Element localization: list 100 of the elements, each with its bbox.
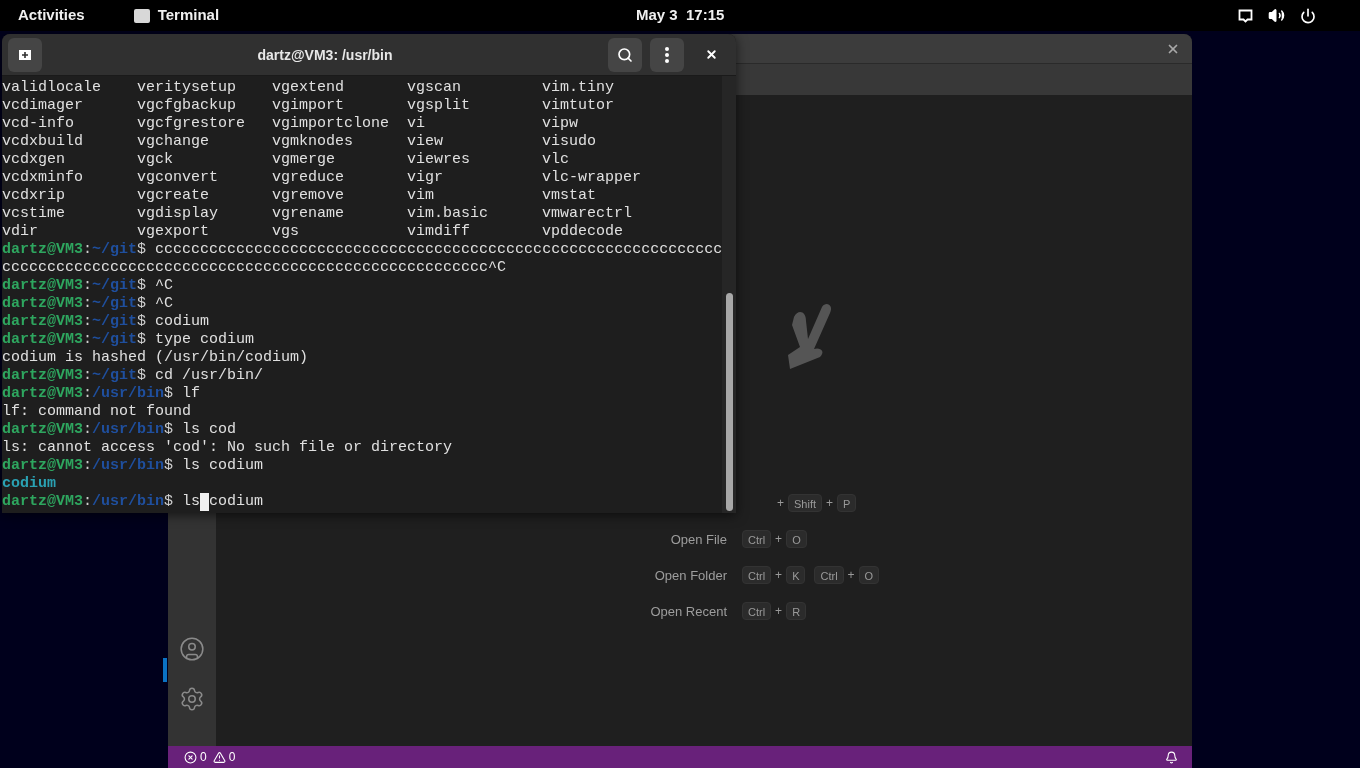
file-name: vdir [2,223,38,240]
prompt-path: ~/git [92,313,138,331]
prompt-separator: : [83,367,93,385]
menu-icon [665,46,669,63]
output-text: ls: cannot access 'cod': No such file or directory [2,439,453,456]
file-name: vgmknodes [272,133,353,150]
file-name: validlocale [2,79,102,96]
file-name: vgremove [272,187,344,204]
file-name: vgsplit [407,97,470,114]
window-title: dartz@VM3: /usr/bin [257,46,393,63]
active-indicator [163,658,167,682]
prompt-separator: : [83,385,93,403]
command-text: codium [155,313,210,331]
key-cap: R [786,602,807,620]
command-text: ^C [155,295,174,313]
command-text: type codium [155,331,255,349]
file-name: vgmerge [272,151,335,168]
command-text: ^C [155,277,174,295]
file-name: vgcreate [137,187,209,204]
file-name: vi [407,115,425,132]
file-name: vcdxgen [2,151,65,168]
file-name: vlc [542,151,569,168]
search-button[interactable] [608,37,642,72]
warning-count: 0 [228,749,236,766]
menu-button[interactable] [650,37,684,72]
prompt-sign: $ [137,295,147,313]
prompt-path: ~/git [92,331,138,349]
prompt-user: dartz@VM3 [2,493,83,511]
file-name: visudo [542,133,596,150]
account-icon[interactable] [179,636,205,662]
app-menu-button[interactable]: Terminal [133,4,220,27]
key-cap: Ctrl [742,566,772,584]
prompt-user: dartz@VM3 [2,313,83,331]
prompt-path: /usr/bin [92,493,165,511]
shortcut-label[interactable]: Open File [670,532,727,547]
notifications-icon[interactable] [1165,750,1178,764]
prompt-sign: $ [137,367,147,385]
error-count: 0 [200,749,207,766]
problems-button[interactable]: 0 0 [184,748,236,766]
file-name: vlc-wrapper [542,169,642,186]
scrollbar-thumb[interactable] [725,293,733,511]
prompt-sign: $ [137,313,147,331]
file-name: vgextend [272,79,344,96]
file-name: vgdisplay [137,205,218,222]
prompt-user: dartz@VM3 [2,421,83,439]
activities-button[interactable]: Activities [18,4,85,27]
file-name: vimtutor [542,97,614,114]
key-cap: Shift [788,494,823,512]
file-name: vcdxbuild [2,133,83,150]
prompt-sign: $ [164,421,174,439]
plus-sign: + [775,603,783,620]
file-name: vgscan [407,79,461,96]
prompt-user: dartz@VM3 [2,277,83,295]
prompt-path: ~/git [92,277,138,295]
file-name: viewres [407,151,470,168]
prompt-user: dartz@VM3 [2,241,83,259]
screen-icon[interactable] [1238,8,1253,23]
file-name: vgreduce [272,169,344,186]
key-cap: O [786,530,807,548]
file-name: vim [407,187,434,204]
prompt-user: dartz@VM3 [2,385,83,403]
volume-icon[interactable] [1268,7,1285,24]
prompt-user: dartz@VM3 [2,331,83,349]
output-text: codium is hashed (/usr/bin/codium) [2,349,309,366]
power-icon[interactable] [1300,7,1316,24]
settings-icon[interactable] [179,686,205,712]
prompt-sign: $ [164,457,174,475]
shortcut-label[interactable]: Open Folder [654,568,727,583]
prompt-path: ~/git [92,295,138,313]
plus-sign: + [775,531,783,548]
key-cap: Ctrl [742,530,772,548]
plus-sign: + [775,567,783,584]
prompt-separator: : [83,241,93,259]
prompt-separator: : [83,313,93,331]
command-text: cd /usr/bin/ [155,367,264,385]
file-name: vgchange [137,133,209,150]
command-text: ls cod [182,421,237,439]
new-tab-button[interactable] [8,37,42,72]
file-name: vgexport [137,223,209,240]
shortcut-label[interactable]: Open Recent [650,604,727,619]
prompt-user: dartz@VM3 [2,457,83,475]
file-name: veritysetup [137,79,237,96]
prompt-path: /usr/bin [92,421,165,439]
command-text: lf [182,385,201,403]
command-text: ccccccccccccccccccccccccccccccccccccccccccccccccccccccccccccccc [155,241,722,259]
prompt-sign: $ [164,493,174,511]
command-text: ls codium [182,457,264,475]
file-name: vcdxminfo [2,169,83,186]
plus-sign: + [847,567,855,584]
prompt-separator: : [83,421,93,439]
prompt-path: ~/git [92,241,138,259]
key-cap: K [786,566,806,584]
warning-icon [212,750,226,764]
file-name: codium [2,475,56,492]
close-icon [704,48,718,61]
clock[interactable]: May 3 17:15 [636,4,725,27]
prompt-user: dartz@VM3 [2,295,83,313]
prompt-separator: : [83,457,93,475]
prompt-sign: $ [137,241,147,259]
key-cap: Ctrl [742,602,772,620]
